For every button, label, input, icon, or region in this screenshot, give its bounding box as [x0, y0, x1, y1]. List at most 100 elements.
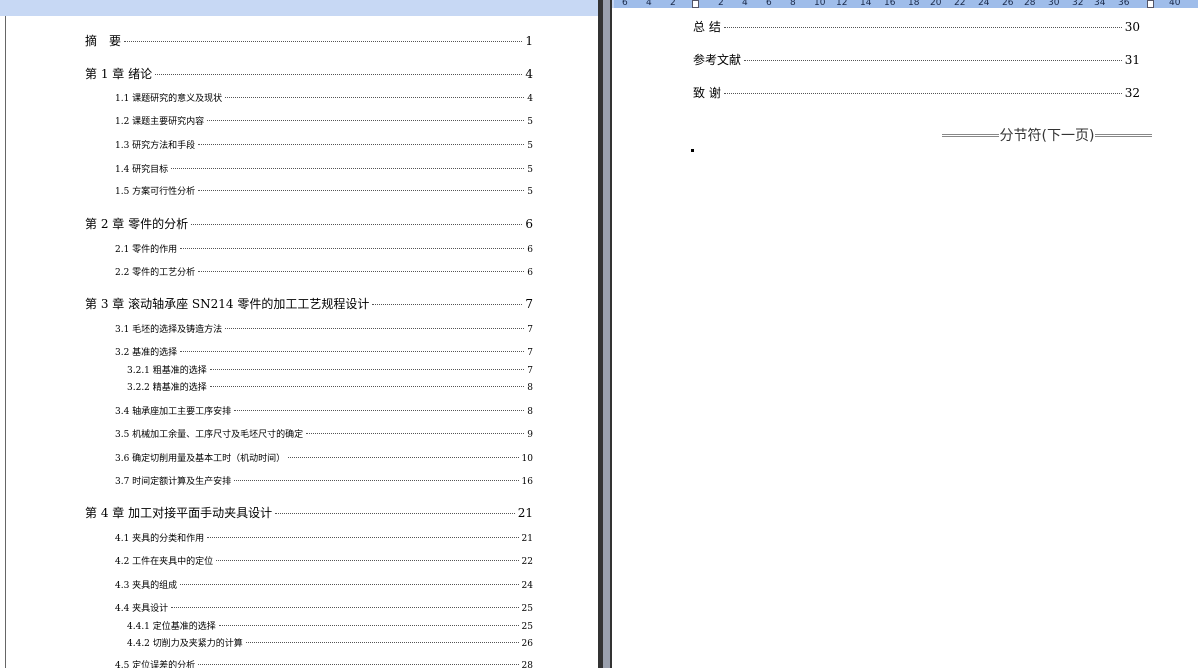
toc-entry[interactable]: 摘 要 1 — [85, 32, 533, 49]
toc-entry[interactable]: 3.7 时间定额计算及生产安排 16 — [115, 474, 533, 487]
toc-page-number: 25 — [521, 604, 533, 614]
ruler-tick-label: 4 — [742, 0, 748, 8]
toc-entry-label: 3.2 基准的选择 — [115, 348, 178, 358]
toc-entry[interactable]: 1.1 课题研究的意义及现状 4 — [115, 91, 533, 104]
ruler-tick-label: 2 — [670, 0, 676, 8]
toc-leader-dots — [209, 369, 525, 370]
toc-entry[interactable]: 4.4.1 定位基准的选择 25 — [127, 619, 533, 632]
toc-leader-dots — [198, 144, 525, 145]
toc-leader-dots — [723, 93, 1122, 94]
ruler-tick-label: 32 — [1072, 0, 1084, 8]
toc-entry[interactable]: 总 结 30 — [693, 18, 1140, 35]
toc-entry[interactable]: 致 谢 32 — [693, 84, 1140, 101]
toc-leader-dots — [180, 351, 525, 352]
toc-entry[interactable]: 2.1 零件的作用 6 — [115, 242, 533, 255]
toc-page-number: 6 — [527, 245, 533, 255]
document-page-right[interactable]: 分节符(下一页) 总 结 30 参考文献 31 致 谢 32 — [612, 8, 1198, 668]
toc-page-number: 6 — [527, 268, 533, 278]
ruler-tick-label: 6 — [622, 0, 628, 8]
toc-entry[interactable]: 4.5 定位误差的分析 28 — [115, 658, 533, 668]
toc-entry[interactable]: 3.2.1 粗基准的选择 7 — [127, 363, 533, 376]
toc-leader-dots — [216, 560, 519, 561]
toc-entry[interactable]: 3.6 确定切削用量及基本工时（机动时间） 10 — [115, 451, 533, 464]
toc-entry-label: 4.5 定位误差的分析 — [115, 661, 196, 668]
ruler-tick-label: 26 — [1002, 0, 1014, 8]
toc-entry[interactable]: 3.2.2 精基准的选择 8 — [127, 380, 533, 393]
ruler-tick-label: 40 — [1169, 0, 1181, 8]
toc-entry[interactable]: 2.2 零件的工艺分析 6 — [115, 265, 533, 278]
toc-page-number: 4 — [525, 67, 533, 81]
toc-page-number: 31 — [1124, 53, 1140, 67]
toc-entry-label: 第 1 章 绪论 — [85, 67, 153, 81]
ruler-tick-label: 24 — [978, 0, 990, 8]
toc-entry[interactable]: 1.4 研究目标 5 — [115, 162, 533, 175]
toc-entry-label: 4.4 夹具设计 — [115, 604, 169, 614]
toc-page-number: 1 — [525, 34, 533, 48]
toc-page-number: 28 — [521, 661, 533, 668]
page-shadow-left — [598, 0, 603, 668]
ruler-tick-label: 16 — [884, 0, 896, 8]
right-indent-marker[interactable] — [1147, 0, 1154, 8]
toc-page-number: 7 — [527, 325, 533, 335]
toc-page-number: 22 — [521, 557, 533, 567]
toc-page-number: 7 — [525, 297, 533, 311]
toc-entry[interactable]: 1.2 课题主要研究内容 5 — [115, 114, 533, 127]
toc-leader-dots — [744, 60, 1122, 61]
toc-entry-label: 4.2 工件在夹具中的定位 — [115, 557, 214, 567]
toc-entry[interactable]: 3.2 基准的选择 7 — [115, 345, 533, 358]
ruler-tick-label: 22 — [954, 0, 966, 8]
ruler-tick-label: 14 — [860, 0, 872, 8]
left-indent-marker[interactable] — [692, 0, 699, 8]
toc-entry[interactable]: 第 3 章 滚动轴承座 SN214 零件的加工工艺规程设计 7 — [85, 295, 533, 312]
toc-leader-dots — [180, 248, 525, 249]
ruler-tick-label: 18 — [908, 0, 920, 8]
toc-page-number: 25 — [521, 622, 533, 632]
toc-page-number: 7 — [527, 348, 533, 358]
toc-entry-label: 4.4.2 切削力及夹紧力的计算 — [127, 639, 243, 649]
toc-entry[interactable]: 4.3 夹具的组成 24 — [115, 578, 533, 591]
toc-entry[interactable]: 4.4.2 切削力及夹紧力的计算 26 — [127, 636, 533, 649]
toc-entry-label: 总 结 — [693, 20, 721, 34]
toc-leader-dots — [275, 513, 515, 514]
ruler-tick-label: 20 — [930, 0, 942, 8]
section-break-marker: 分节符(下一页) — [942, 125, 1152, 145]
toc-entry[interactable]: 第 4 章 加工对接平面手动夹具设计 21 — [85, 504, 533, 521]
toc-page-number: 6 — [525, 217, 533, 231]
toc-entry[interactable]: 3.5 机械加工余量、工序尺寸及毛坯尺寸的确定 9 — [115, 427, 533, 440]
toc-entry[interactable]: 第 2 章 零件的分析 6 — [85, 215, 533, 232]
horizontal-ruler[interactable]: 6 4 2 2 4 6 8 10 12 14 16 18 20 22 24 26 28 30 32 34 36 40 — [614, 0, 1198, 8]
toc-entry-label: 2.1 零件的作用 — [115, 245, 178, 255]
toc-page-number: 16 — [521, 477, 533, 487]
ruler-tick-label: 4 — [646, 0, 652, 8]
toc-entry[interactable]: 4.2 工件在夹具中的定位 22 — [115, 554, 533, 567]
toc-entry[interactable]: 4.1 夹具的分类和作用 21 — [115, 531, 533, 544]
top-toolbar-strip — [0, 0, 614, 16]
toc-entry-label: 3.4 轴承座加工主要工序安排 — [115, 407, 232, 417]
toc-entry-label: 第 3 章 滚动轴承座 SN214 零件的加工工艺规程设计 — [85, 297, 370, 311]
ruler-tick-label: 30 — [1048, 0, 1060, 8]
toc-leader-dots — [723, 27, 1122, 28]
toc-entry[interactable]: 第 1 章 绪论 4 — [85, 65, 533, 82]
toc-entry[interactable]: 参考文献 31 — [693, 51, 1140, 68]
toc-entry-label: 1.4 研究目标 — [115, 165, 169, 175]
toc-leader-dots — [234, 410, 525, 411]
section-break-line — [942, 133, 999, 137]
document-page-left[interactable]: 摘 要 1 第 1 章 绪论 4 1.1 课题研究的意义及现状 4 1.2 课题主要研究内容… — [5, 16, 599, 668]
toc-page-number: 21 — [521, 534, 533, 544]
toc-leader-dots — [171, 607, 519, 608]
toc-entry-label: 1.1 课题研究的意义及现状 — [115, 94, 223, 104]
toc-entry[interactable]: 3.4 轴承座加工主要工序安排 8 — [115, 404, 533, 417]
paragraph-mark — [691, 149, 694, 152]
toc-entry-label: 4.4.1 定位基准的选择 — [127, 622, 216, 632]
ruler-tick-label: 2 — [718, 0, 724, 8]
toc-entry[interactable]: 1.5 方案可行性分析 5 — [115, 184, 533, 197]
toc-entry[interactable]: 3.1 毛坯的选择及铸造方法 7 — [115, 322, 533, 335]
toc-entry[interactable]: 4.4 夹具设计 25 — [115, 601, 533, 614]
toc-leader-dots — [191, 224, 523, 225]
toc-page-number: 9 — [527, 430, 533, 440]
ruler-tick-label: 12 — [836, 0, 848, 8]
toc-entry[interactable]: 1.3 研究方法和手段 5 — [115, 138, 533, 151]
toc-entry-label: 4.3 夹具的组成 — [115, 581, 178, 591]
toc-page-number: 30 — [1124, 20, 1140, 34]
toc-leader-dots — [124, 41, 523, 42]
